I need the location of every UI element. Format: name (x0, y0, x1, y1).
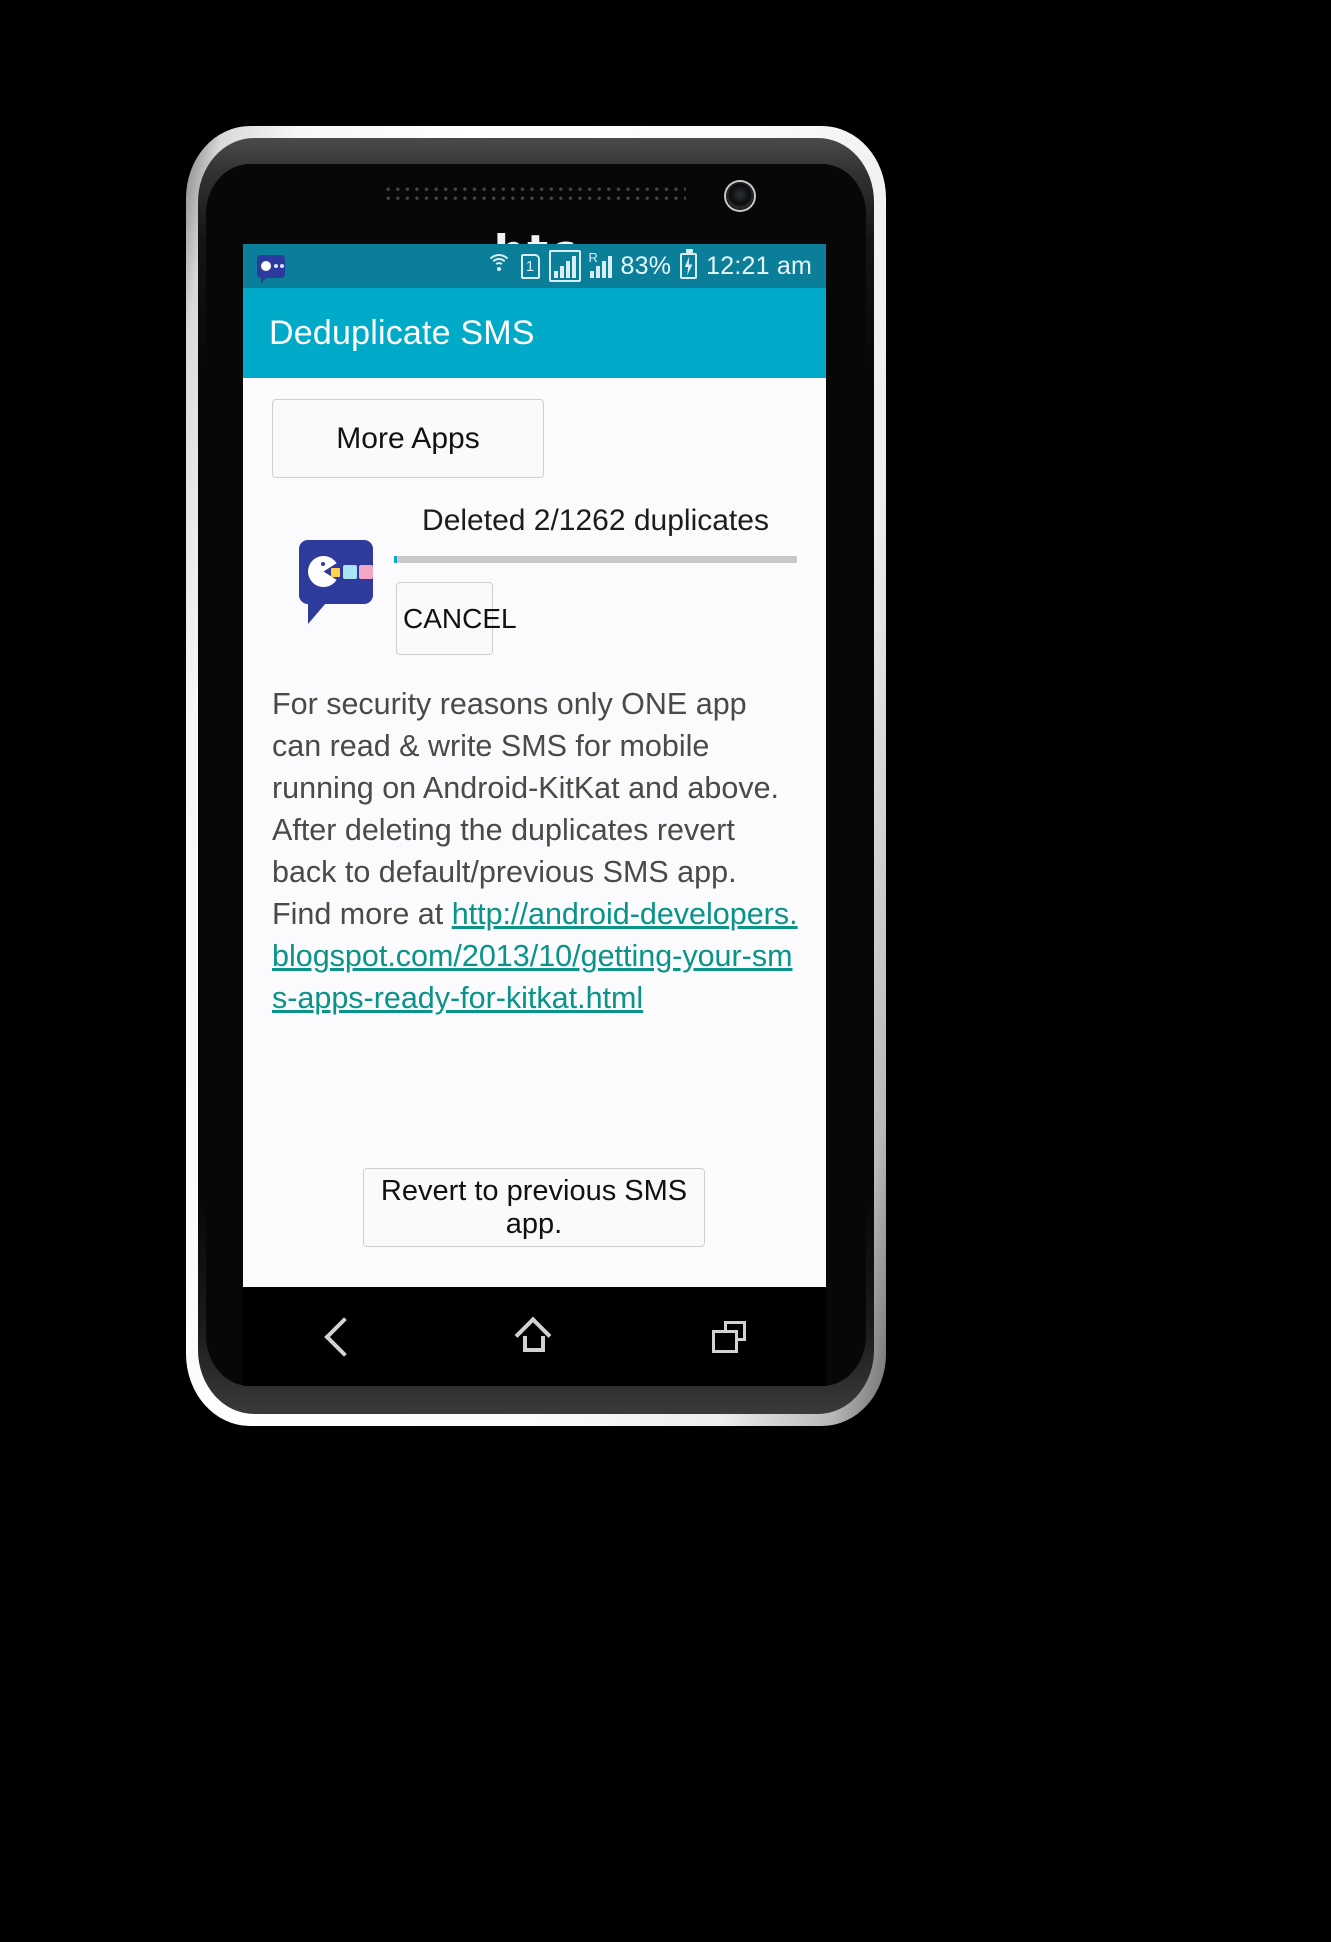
progress-status-label: Deleted 2/1262 duplicates (422, 504, 769, 537)
sms-bubble-icon (257, 254, 285, 284)
progress-section: Deleted 2/1262 duplicates CANCEL (272, 504, 797, 664)
sim-1-icon: 1 (520, 253, 540, 279)
clock-label: 12:21 am (706, 251, 812, 280)
roaming-label: R (588, 250, 598, 265)
main-content: More Apps Deleted 2/1262 duplicates CANC… (243, 378, 826, 1287)
navigation-bar (243, 1287, 826, 1386)
more-apps-button[interactable]: More Apps (272, 399, 544, 478)
app-bar: Deduplicate SMS (243, 288, 826, 378)
wifi-icon (485, 254, 512, 278)
info-text: For security reasons only ONE app can re… (272, 687, 780, 931)
battery-percent-label: 83% (620, 251, 672, 280)
phone-device: htc 1 R (186, 126, 886, 1426)
roaming-signal-icon: R (589, 250, 612, 278)
status-bar-system-icons: 1 R 83% 12:21 am (485, 249, 812, 282)
nav-home-button[interactable] (484, 1302, 584, 1372)
signal-bars-icon (548, 250, 581, 282)
page-title: Deduplicate SMS (269, 313, 535, 352)
status-bar: 1 R 83% 12:21 am (243, 244, 826, 288)
info-paragraph: For security reasons only ONE app can re… (272, 683, 802, 1019)
back-icon (324, 1316, 364, 1357)
progress-bar (394, 556, 797, 563)
phone-screen: 1 R 83% 12:21 am Deduplicate SMS More Ap… (243, 244, 826, 1287)
front-camera-icon (726, 182, 754, 210)
recents-icon (711, 1320, 746, 1353)
revert-sms-app-button[interactable]: Revert to previous SMS app. (363, 1168, 705, 1247)
battery-charging-icon (680, 249, 698, 279)
progress-bar-fill (394, 556, 398, 563)
nav-recents-button[interactable] (679, 1302, 779, 1372)
nav-back-button[interactable] (290, 1302, 390, 1372)
speaker-grille (386, 186, 686, 202)
status-bar-notifications (257, 254, 285, 284)
home-icon (515, 1316, 552, 1354)
cancel-button[interactable]: CANCEL (396, 582, 517, 655)
deduplicate-sms-app-icon (299, 540, 373, 624)
